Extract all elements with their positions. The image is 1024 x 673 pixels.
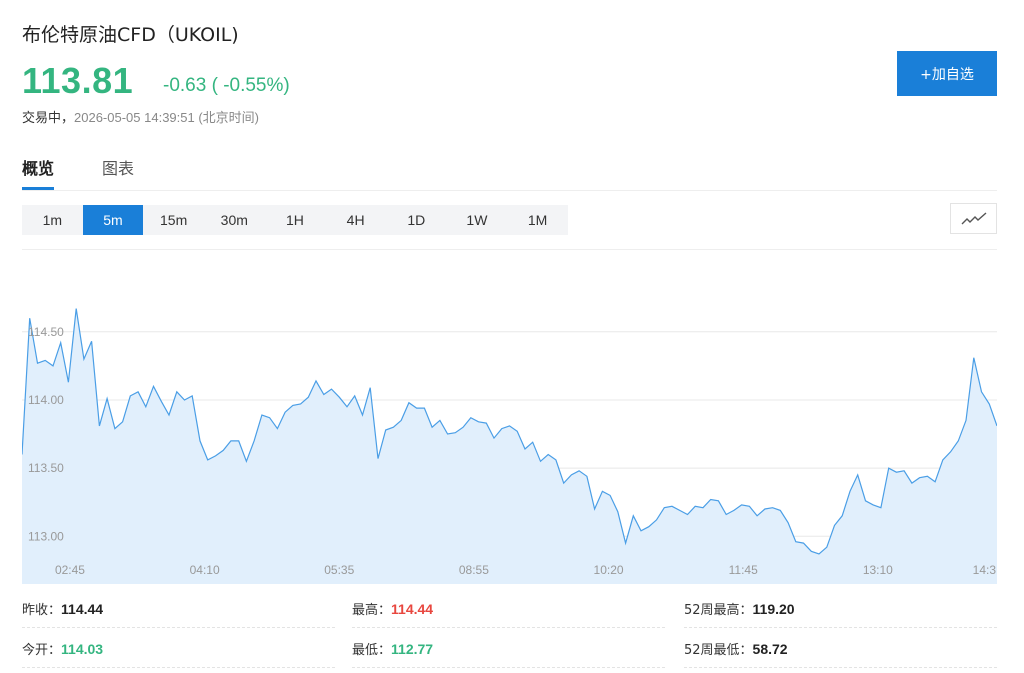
x-tick-label: 14:3	[973, 563, 997, 577]
stat-high: 最高： 114.44	[352, 590, 665, 628]
tab-chart[interactable]: 图表	[102, 155, 134, 187]
tab-overview[interactable]: 概览	[22, 155, 55, 190]
stat-open: 今开： 114.03	[22, 630, 335, 668]
y-tick-label: 114.00	[28, 393, 64, 407]
stat-label: 最低：	[352, 643, 392, 658]
stat-label: 昨收：	[22, 603, 62, 618]
instrument-title: 布伦特原油CFD（UKOIL)	[22, 24, 239, 46]
period-1h[interactable]: 1H	[265, 205, 326, 235]
status-timestamp: 2026-05-05 14:39:51 (北京时间)	[74, 110, 259, 125]
price-change: -0.63 ( -0.55%)	[163, 75, 290, 96]
line-chart-icon	[961, 211, 986, 224]
stat-label: 今开：	[22, 643, 62, 658]
stat-value: 114.44	[61, 600, 104, 617]
period-1m[interactable]: 1m	[22, 205, 83, 235]
stat-52w-high: 52周最高： 119.20	[684, 590, 997, 628]
y-tick-label: 113.00	[28, 529, 64, 543]
period-5m[interactable]: 5m	[82, 205, 144, 235]
status-label: 交易中，	[22, 111, 75, 126]
y-tick-label: 113.50	[28, 461, 64, 475]
trading-status: 交易中，2026-05-05 14:39:51 (北京时间)	[22, 107, 259, 126]
stat-value: 112.77	[391, 640, 434, 657]
stat-value: 119.20	[752, 600, 795, 617]
stat-value: 114.44	[391, 600, 434, 617]
x-tick-label: 02:45	[55, 563, 85, 577]
stat-value: 58.72	[752, 640, 788, 657]
x-tick-label: 10:20	[594, 563, 624, 577]
period-1d[interactable]: 1D	[386, 205, 447, 235]
chart-type-button[interactable]	[950, 203, 997, 234]
period-1mo[interactable]: 1M	[507, 205, 568, 235]
price-chart[interactable]: 113.00 113.50 114.00 114.50 02:45 04:10 05:35 0…	[22, 249, 997, 584]
period-4h[interactable]: 4H	[325, 205, 386, 235]
chart-svg: 113.00 113.50 114.00 114.50 02:45 04:10 05:35 0…	[22, 250, 997, 584]
x-tick-label: 13:10	[863, 563, 893, 577]
period-1w[interactable]: 1W	[447, 205, 508, 235]
period-selector: 1m 5m 15m 30m 1H 4H 1D 1W 1M	[22, 205, 568, 235]
period-30m[interactable]: 30m	[204, 205, 265, 235]
last-price: 113.81	[22, 60, 134, 101]
stat-low: 最低： 112.77	[352, 630, 665, 668]
stat-label: 最高：	[352, 603, 392, 618]
stat-prev-close: 昨收： 114.44	[22, 590, 335, 628]
stat-label: 52周最低：	[684, 643, 753, 658]
x-tick-label: 04:10	[190, 563, 220, 577]
stat-52w-low: 52周最低： 58.72	[684, 630, 997, 668]
x-tick-label: 05:35	[324, 563, 354, 577]
x-tick-label: 11:45	[729, 563, 758, 577]
add-to-watchlist-button[interactable]: +加自选	[897, 51, 997, 96]
view-tabs: 概览 图表	[22, 155, 997, 191]
x-tick-label: 08:55	[459, 563, 489, 577]
y-tick-label: 114.50	[28, 325, 64, 339]
stat-value: 114.03	[61, 640, 104, 657]
stat-label: 52周最高：	[684, 603, 753, 618]
period-15m[interactable]: 15m	[143, 205, 204, 235]
